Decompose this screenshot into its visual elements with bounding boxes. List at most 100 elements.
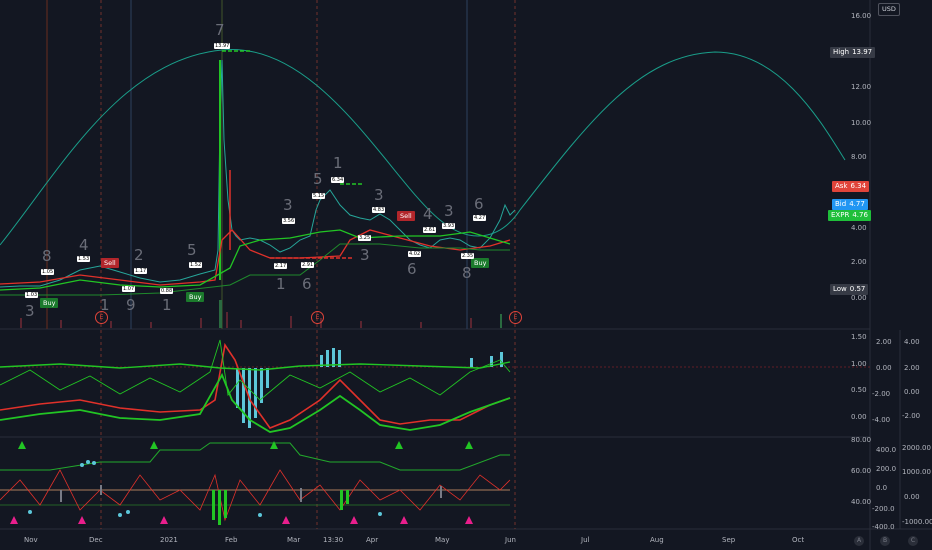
time-label: Jul bbox=[581, 536, 590, 544]
wave-count: 5 bbox=[313, 170, 323, 188]
osc1-tick-c: 2.00 bbox=[904, 364, 920, 372]
wave-count: 1 bbox=[333, 154, 343, 172]
pivot-label: 2.61 bbox=[423, 227, 437, 233]
time-label: May bbox=[435, 536, 450, 544]
osc2-tick-b: -400.0 bbox=[872, 523, 895, 531]
time-label: Oct bbox=[792, 536, 805, 544]
earnings-marker[interactable]: E bbox=[509, 311, 522, 324]
price-tick: 8.00 bbox=[851, 153, 867, 161]
pivot-label: 4.27 bbox=[473, 215, 487, 221]
pivot-label: 3.25 bbox=[358, 235, 372, 241]
osc1-tick: 1.00 bbox=[851, 360, 867, 368]
pivot-label: 1.03 bbox=[25, 292, 39, 298]
time-label: Jun bbox=[505, 536, 516, 544]
wave-count: 3 bbox=[444, 202, 454, 220]
wave-count: 6 bbox=[407, 260, 417, 278]
pivot-label: 2.91 bbox=[301, 262, 315, 268]
pivot-label: 0.88 bbox=[160, 288, 174, 294]
pivot-label: 3.56 bbox=[282, 218, 296, 224]
time-label: 13:30 bbox=[323, 536, 344, 544]
osc2-tick-b: 200.0 bbox=[876, 465, 897, 473]
osc2-tick-b: -200.0 bbox=[872, 505, 895, 513]
time-label: Apr bbox=[366, 536, 379, 544]
price-tick: 12.00 bbox=[851, 83, 872, 91]
osc2-tick-b: 0.0 bbox=[876, 484, 888, 492]
pivot-label: 2.17 bbox=[274, 263, 288, 269]
wave-count: 3 bbox=[360, 246, 370, 264]
wave-count: 1 bbox=[276, 275, 286, 293]
earnings-marker[interactable]: E bbox=[311, 311, 324, 324]
pivot-label: 1.17 bbox=[134, 268, 148, 274]
osc2-tick-c: 0.00 bbox=[904, 493, 920, 501]
auto-scale-button[interactable]: A bbox=[854, 536, 864, 546]
earnings-marker[interactable]: E bbox=[95, 311, 108, 324]
time-label: 2021 bbox=[160, 536, 178, 544]
wave-count: 3 bbox=[283, 196, 293, 214]
pivot-label: 3.93 bbox=[442, 223, 456, 229]
pivot-label: 4.83 bbox=[372, 207, 386, 213]
bid-price-tag: Bid 4.77 bbox=[832, 199, 868, 210]
osc2-tick: 80.00 bbox=[851, 436, 872, 444]
wave-count: 6 bbox=[474, 195, 484, 213]
sell-signal[interactable]: Sell bbox=[397, 211, 415, 221]
pivot-label: 1.53 bbox=[77, 256, 91, 262]
osc1-tick-c: 4.00 bbox=[904, 338, 920, 346]
oscillator-2 bbox=[0, 441, 511, 525]
ask-price-tag: Ask 6.34 bbox=[832, 181, 870, 192]
time-label: Feb bbox=[225, 536, 238, 544]
pivot-label: 1.07 bbox=[122, 286, 136, 292]
osc2-tick-c: 2000.00 bbox=[902, 444, 931, 452]
currency-label[interactable]: USD bbox=[878, 3, 900, 16]
wave-count: 1 bbox=[162, 296, 172, 314]
wave-count: 8 bbox=[42, 247, 52, 265]
high-price-tag: High 13.97 bbox=[830, 47, 876, 58]
osc1-tick-b: 2.00 bbox=[876, 338, 892, 346]
wave-count: 3 bbox=[374, 186, 384, 204]
time-label: Sep bbox=[722, 536, 736, 544]
osc1-tick-c: 0.00 bbox=[904, 388, 920, 396]
scale-button-b[interactable]: B bbox=[880, 536, 890, 546]
wave-count: 3 bbox=[25, 302, 35, 320]
price-tick: 16.00 bbox=[851, 12, 872, 20]
wave-count: 4 bbox=[79, 236, 89, 254]
price-tick: 0.00 bbox=[851, 294, 867, 302]
time-label: Aug bbox=[650, 536, 664, 544]
osc1-tick: 0.50 bbox=[851, 386, 867, 394]
symbol-price-tag: EXPR 4.76 bbox=[828, 210, 871, 221]
buy-signal[interactable]: Buy bbox=[471, 258, 490, 268]
osc1-tick: 0.00 bbox=[851, 413, 867, 421]
buy-signal[interactable]: Buy bbox=[40, 298, 59, 308]
pivot-label: 13.97 bbox=[214, 43, 231, 49]
time-label: Dec bbox=[89, 536, 103, 544]
price-tick: 10.00 bbox=[851, 119, 872, 127]
osc2-tick-b: 400.0 bbox=[876, 446, 897, 454]
osc1-tick-b: -2.00 bbox=[872, 390, 891, 398]
wave-count: 6 bbox=[302, 275, 312, 293]
pivot-label: 4.02 bbox=[408, 251, 422, 257]
volume-bars bbox=[20, 300, 502, 328]
wave-count: 5 bbox=[187, 241, 197, 259]
pivot-label: 1.05 bbox=[41, 269, 55, 275]
price-tick: 2.00 bbox=[851, 258, 867, 266]
oscillator-1 bbox=[0, 339, 870, 433]
low-price-tag: Low 0.57 bbox=[830, 284, 869, 295]
time-label: Nov bbox=[24, 536, 38, 544]
wave-count: 2 bbox=[134, 246, 144, 264]
osc1-tick: 1.50 bbox=[851, 333, 867, 341]
osc2-tick: 60.00 bbox=[851, 467, 872, 475]
pivot-label: 5.15 bbox=[312, 193, 326, 199]
pivot-label: 2.35 bbox=[461, 253, 475, 259]
osc2-tick: 40.00 bbox=[851, 498, 872, 506]
buy-signal[interactable]: Buy bbox=[186, 292, 205, 302]
osc1-tick-b: -4.00 bbox=[872, 416, 891, 424]
wave-count: 7 bbox=[215, 21, 225, 39]
wave-count: 4 bbox=[423, 205, 433, 223]
pivot-label: 6.34 bbox=[331, 177, 345, 183]
osc2-tick-c: -1000.00 bbox=[902, 518, 932, 526]
pivot-label: 1.52 bbox=[189, 262, 203, 268]
osc1-tick-c: -2.00 bbox=[902, 412, 921, 420]
scale-button-c[interactable]: C bbox=[908, 536, 918, 546]
sell-signal[interactable]: Sell bbox=[101, 258, 119, 268]
osc2-tick-c: 1000.00 bbox=[902, 468, 931, 476]
wave-count: 9 bbox=[126, 296, 136, 314]
